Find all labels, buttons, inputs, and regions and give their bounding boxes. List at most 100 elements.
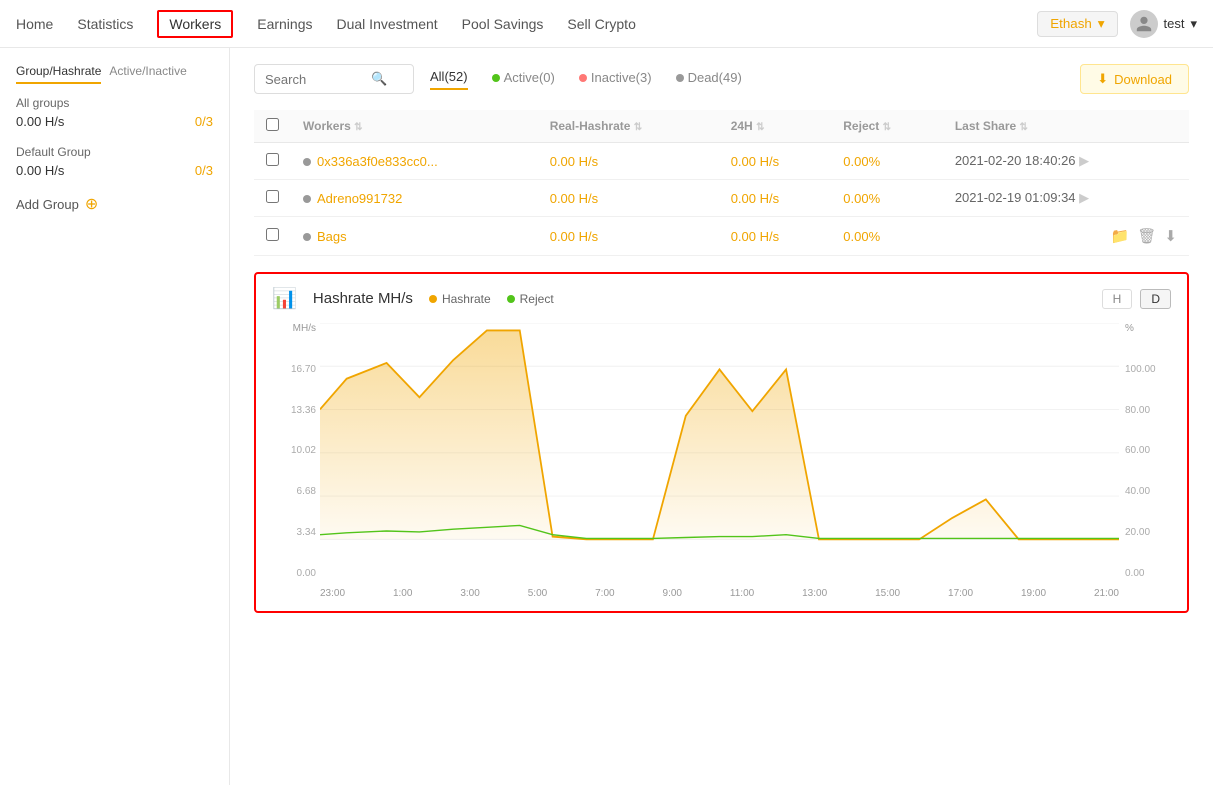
x-label-7: 13:00 xyxy=(802,588,827,599)
worker-status-dot-3 xyxy=(303,233,311,241)
delete-icon[interactable]: 🗑 xyxy=(1137,227,1156,245)
legend-hashrate-label: Hashrate xyxy=(442,292,491,306)
nav-home[interactable]: Home xyxy=(16,12,53,36)
sidebar-tab-group-hashrate[interactable]: Group/Hashrate xyxy=(16,64,101,84)
sidebar-default-group: Default Group 0.00 H/s 0/3 xyxy=(16,145,213,178)
chart-icon: 📊 xyxy=(272,286,297,311)
worker-reject-3: 0.00% xyxy=(843,229,880,244)
dead-dot xyxy=(676,74,684,82)
nav-items: Home Statistics Workers Earnings Dual In… xyxy=(16,10,1037,38)
nav-dual-investment[interactable]: Dual Investment xyxy=(337,12,438,36)
y-left-val-3: 6.68 xyxy=(272,486,320,497)
download-button[interactable]: ⬇ Download xyxy=(1080,64,1189,94)
download-row-icon[interactable]: ⬇ xyxy=(1164,227,1177,245)
worker-status-dot-1 xyxy=(303,158,311,166)
x-label-1: 1:00 xyxy=(393,588,412,599)
sort-24h-icon[interactable]: ⇅ xyxy=(756,122,764,133)
worker-hashrate-2: 0.00 H/s xyxy=(550,191,598,206)
row-actions-3: 📁 🗑 ⬇ xyxy=(955,227,1177,245)
worker-name-1[interactable]: 0x336a3f0e833cc0... xyxy=(317,154,438,169)
add-group-label: Add Group xyxy=(16,197,79,212)
row-checkbox-3[interactable] xyxy=(266,228,279,241)
y-right-val-5: 0.00 xyxy=(1125,568,1171,579)
add-group-button[interactable]: Add Group ⊕ xyxy=(16,194,213,214)
select-all-checkbox[interactable] xyxy=(266,118,279,131)
col-workers: Workers xyxy=(303,119,351,133)
chart-period: H D xyxy=(1102,289,1171,309)
row-arrow-icon-2[interactable]: ▶ xyxy=(1079,190,1089,205)
nav-pool-savings[interactable]: Pool Savings xyxy=(462,12,544,36)
filter-tab-active[interactable]: Active(0) xyxy=(492,70,555,89)
worker-24h-2: 0.00 H/s xyxy=(731,191,779,206)
filter-tab-all[interactable]: All(52) xyxy=(430,69,468,90)
nav-right: Ethash ▾ test ▾ xyxy=(1037,10,1197,38)
col-reject: Reject xyxy=(843,119,879,133)
main-layout: Group/Hashrate Active/Inactive All group… xyxy=(0,48,1213,785)
y-left-val-1: 13.36 xyxy=(272,405,320,416)
table-row: Bags 0.00 H/s 0.00 H/s 0.00% 📁 🗑 ⬇ xyxy=(254,217,1189,256)
active-dot xyxy=(492,74,500,82)
nav-statistics[interactable]: Statistics xyxy=(77,12,133,36)
worker-reject-2: 0.00% xyxy=(843,191,880,206)
sort-reject-icon[interactable]: ⇅ xyxy=(883,122,891,133)
worker-last-share-2: 2021-02-19 01:09:34 xyxy=(955,190,1076,205)
sort-workers-icon[interactable]: ⇅ xyxy=(354,122,362,133)
y-left-val-5: 0.00 xyxy=(272,568,320,579)
search-icon: 🔍 xyxy=(371,71,387,87)
all-groups-label: All groups xyxy=(16,96,213,110)
nav-earnings[interactable]: Earnings xyxy=(257,12,312,36)
sort-last-share-icon[interactable]: ⇅ xyxy=(1020,122,1028,133)
period-d-button[interactable]: D xyxy=(1140,289,1171,309)
sort-hashrate-icon[interactable]: ⇅ xyxy=(634,122,642,133)
row-checkbox-2[interactable] xyxy=(266,190,279,203)
chart-title: Hashrate MH/s xyxy=(313,290,413,307)
download-icon: ⬇ xyxy=(1097,71,1108,87)
all-groups-hashrate: 0.00 H/s xyxy=(16,114,64,129)
table-row: 0x336a3f0e833cc0... 0.00 H/s 0.00 H/s 0.… xyxy=(254,143,1189,180)
x-label-0: 23:00 xyxy=(320,588,345,599)
y-left-val-2: 10.02 xyxy=(272,445,320,456)
chart-header: 📊 Hashrate MH/s Hashrate Reject H D xyxy=(272,286,1171,311)
y-right-val-4: 20.00 xyxy=(1125,527,1171,538)
content-area: 🔍 All(52) Active(0) Inactive(3) Dead(49)… xyxy=(230,48,1213,785)
table-row: Adreno991732 0.00 H/s 0.00 H/s 0.00% 202… xyxy=(254,180,1189,217)
search-box[interactable]: 🔍 xyxy=(254,64,414,94)
sidebar-tab-active-inactive[interactable]: Active/Inactive xyxy=(109,64,186,84)
user-chevron-icon: ▾ xyxy=(1190,16,1197,32)
chart-body: MH/s 16.70 13.36 10.02 6.68 3.34 0.00 xyxy=(272,319,1171,599)
legend-reject-label: Reject xyxy=(520,292,554,306)
legend-hashrate-dot xyxy=(429,295,437,303)
filter-tabs: All(52) Active(0) Inactive(3) Dead(49) xyxy=(430,69,742,90)
x-label-6: 11:00 xyxy=(730,588,754,599)
folder-icon[interactable]: 📁 xyxy=(1111,227,1130,245)
x-label-4: 7:00 xyxy=(595,588,614,599)
filter-tab-dead[interactable]: Dead(49) xyxy=(676,70,742,89)
x-label-11: 21:00 xyxy=(1094,588,1119,599)
worker-24h-3: 0.00 H/s xyxy=(731,229,779,244)
nav-sell-crypto[interactable]: Sell Crypto xyxy=(567,12,635,36)
algorithm-selector[interactable]: Ethash ▾ xyxy=(1037,11,1117,37)
x-label-9: 17:00 xyxy=(948,588,973,599)
row-checkbox-1[interactable] xyxy=(266,153,279,166)
chart-svg xyxy=(320,323,1119,583)
nav-workers[interactable]: Workers xyxy=(157,10,233,38)
worker-name-2[interactable]: Adreno991732 xyxy=(317,191,402,206)
user-menu[interactable]: test ▾ xyxy=(1130,10,1198,38)
worker-name-3[interactable]: Bags xyxy=(317,229,347,244)
period-h-button[interactable]: H xyxy=(1102,289,1133,309)
x-label-5: 9:00 xyxy=(663,588,682,599)
row-arrow-icon-1[interactable]: ▶ xyxy=(1079,153,1089,168)
username-label: test xyxy=(1164,16,1185,31)
add-icon: ⊕ xyxy=(85,194,98,214)
col-real-hashrate: Real-Hashrate xyxy=(550,119,631,133)
col-24h: 24H xyxy=(731,119,753,133)
y-left-val-4: 3.34 xyxy=(272,527,320,538)
y-left-val-0: 16.70 xyxy=(272,364,320,375)
search-input[interactable] xyxy=(265,72,365,87)
y-right-val-0: 100.00 xyxy=(1125,364,1171,375)
chart-legend: Hashrate Reject xyxy=(429,292,554,306)
filter-bar: 🔍 All(52) Active(0) Inactive(3) Dead(49)… xyxy=(254,64,1189,94)
y-axis-left: MH/s 16.70 13.36 10.02 6.68 3.34 0.00 xyxy=(272,323,320,599)
worker-24h-1: 0.00 H/s xyxy=(731,154,779,169)
filter-tab-inactive[interactable]: Inactive(3) xyxy=(579,70,652,89)
